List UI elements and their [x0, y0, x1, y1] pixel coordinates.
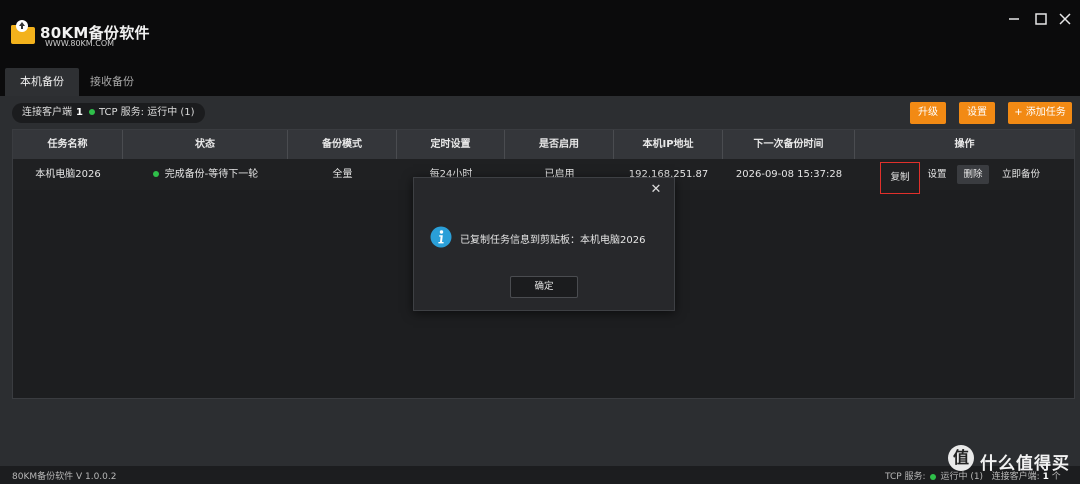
copy-success-dialog: ✕ 已复制任务信息到剪贴板：本机电脑2026 确定 — [413, 177, 675, 311]
watermark-text: 什么值得买 — [980, 454, 1070, 474]
cell-task-name: 本机电脑2026 — [35, 169, 101, 180]
cell-mode: 全量 — [332, 169, 353, 180]
backup-now-button[interactable]: 立即备份 — [996, 165, 1046, 184]
col-next-backup: 下一次备份时间 — [723, 130, 855, 159]
close-window-icon[interactable] — [1056, 10, 1074, 28]
tab-bar: 本机备份 接收备份 — [0, 64, 1080, 96]
title-bar: 80KM备份软件 WWW.80KM.COM — [0, 0, 1080, 64]
dialog-ok-button[interactable]: 确定 — [510, 276, 578, 298]
tab-receive-backup[interactable]: 接收备份 — [78, 68, 146, 96]
clients-count: 1 — [76, 107, 83, 118]
col-enabled: 是否启用 — [505, 130, 614, 159]
col-status: 状态 — [123, 130, 288, 159]
col-backup-mode: 备份模式 — [288, 130, 397, 159]
delete-button[interactable]: 删除 — [957, 165, 989, 184]
app-url: WWW.80KM.COM — [45, 39, 115, 48]
cell-status: 完成备份-等待下一轮 — [123, 159, 288, 190]
status-footer: 80KM备份软件 V 1.0.0.2 TCP 服务: 运行中 (1) 连接客户端… — [0, 466, 1080, 484]
folder-upload-logo-icon — [11, 20, 35, 44]
footer-status-dot-icon — [930, 473, 937, 480]
watermark: 值 什么值得买 — [948, 443, 1080, 479]
col-task-name: 任务名称 — [13, 130, 123, 159]
add-task-button[interactable]: + 添加任务 — [1008, 102, 1072, 124]
col-ip: 本机IP地址 — [614, 130, 723, 159]
connection-status: 连接客户端 1 TCP 服务: 运行中 (1) — [12, 103, 205, 123]
settings-button[interactable]: 设置 — [959, 102, 995, 124]
footer-tcp-label: TCP 服务: — [885, 472, 926, 482]
watermark-badge-icon: 值 — [948, 445, 974, 471]
maximize-icon[interactable] — [1032, 10, 1050, 28]
copy-button[interactable]: 复制 — [880, 162, 920, 194]
version-label: 80KM备份软件 V 1.0.0.2 — [12, 472, 117, 482]
cell-next-backup: 2026-09-08 15:37:28 — [735, 169, 843, 180]
info-icon — [430, 226, 452, 248]
col-actions: 操作 — [954, 139, 975, 150]
tab-local-backup[interactable]: 本机备份 — [5, 68, 79, 96]
task-settings-button[interactable]: 设置 — [922, 165, 952, 184]
status-ok-icon — [152, 171, 159, 177]
tcp-status: TCP 服务: 运行中 (1) — [98, 107, 195, 118]
status-dot-icon — [88, 109, 95, 115]
col-schedule: 定时设置 — [397, 130, 505, 159]
status-text: 完成备份-等待下一轮 — [164, 169, 259, 180]
dialog-close-icon[interactable]: ✕ — [648, 182, 664, 198]
minimize-icon[interactable] — [1005, 10, 1023, 28]
dialog-message: 已复制任务信息到剪贴板：本机电脑2026 — [460, 235, 646, 246]
upgrade-button[interactable]: 升级 — [910, 102, 946, 124]
table-header: 任务名称 状态 备份模式 定时设置 是否启用 本机IP地址 下一次备份时间 操作 — [13, 130, 1074, 159]
clients-label: 连接客户端 — [22, 107, 72, 118]
